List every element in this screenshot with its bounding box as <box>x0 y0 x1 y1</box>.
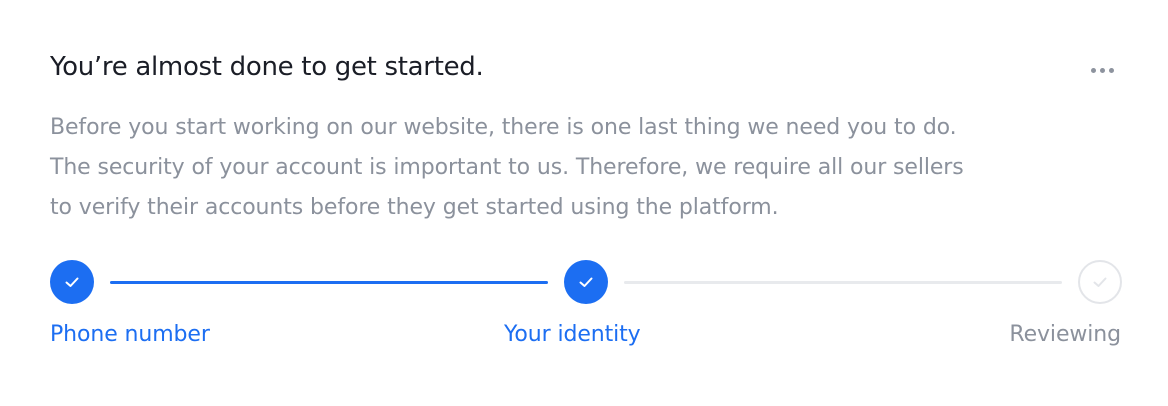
check-icon <box>579 277 593 287</box>
check-icon <box>1093 277 1107 287</box>
step-label-phone-number[interactable]: Phone number <box>50 322 210 347</box>
step-your-identity-indicator <box>564 260 608 304</box>
step-connector-1 <box>110 281 548 284</box>
step-phone-number-indicator <box>50 260 94 304</box>
verification-card: You’re almost done to get started. Befor… <box>0 0 1168 406</box>
step-label-reviewing[interactable]: Reviewing <box>1009 322 1121 347</box>
check-icon <box>65 277 79 287</box>
step-connector-2 <box>624 281 1062 284</box>
step-label-your-identity[interactable]: Your identity <box>504 322 641 347</box>
step-reviewing-indicator <box>1078 260 1122 304</box>
progress-stepper: Phone number Your identity Reviewing <box>0 0 1168 406</box>
